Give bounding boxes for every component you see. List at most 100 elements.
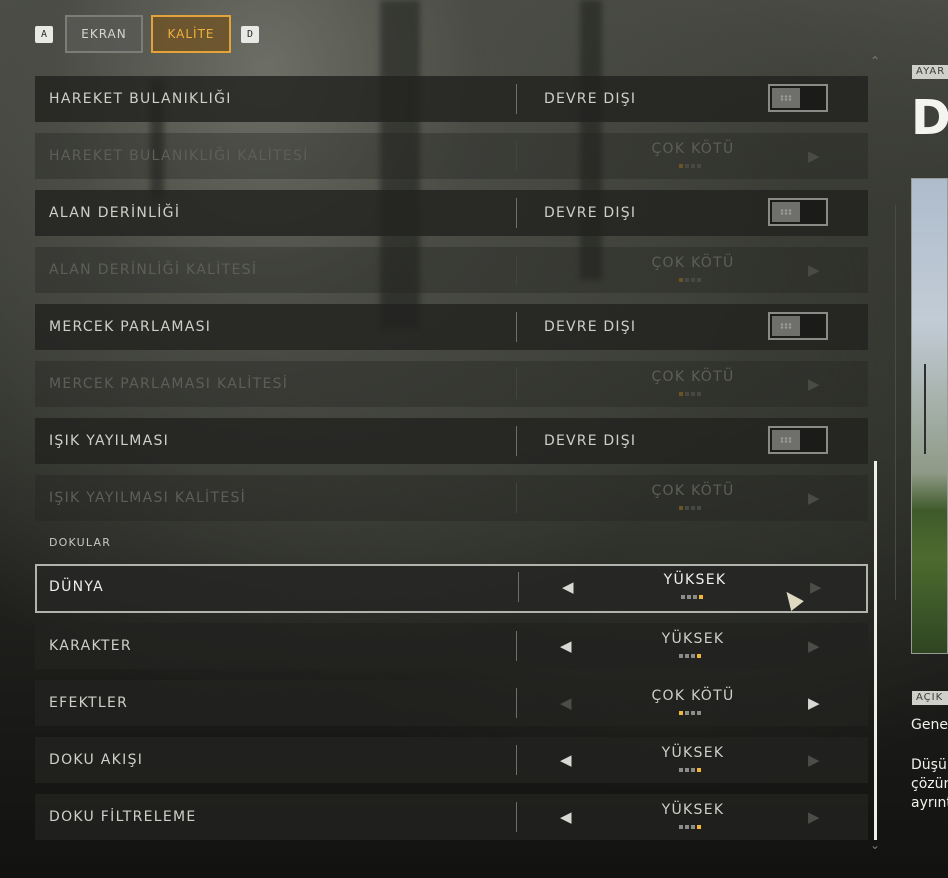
setting-value: DEVRE DIŞI [544,91,637,107]
arrow-left-icon[interactable]: ◀ [560,794,572,840]
setting-value: YÜKSEK [663,572,727,588]
divider [518,572,519,602]
divider [516,745,517,775]
arrow-left-icon[interactable]: ◀ [562,566,574,608]
toggle-knob [772,316,800,336]
level-dot [681,595,685,599]
divider [516,255,517,285]
setting-value: ÇOK KÖTÜ [651,141,735,157]
level-dot [697,164,701,168]
setting-row-bloom[interactable]: IŞIK YAYILMASI DEVRE DIŞI [35,418,868,464]
arrow-left-icon[interactable]: ◀ [560,623,572,669]
level-dot [693,595,697,599]
level-indicator [679,768,701,772]
level-indicator [679,164,701,168]
level-dot [685,506,689,510]
level-dot [697,654,701,658]
grip-icon [780,437,792,443]
level-dot [679,768,683,772]
level-dot [687,595,691,599]
tab-kalite[interactable]: KALİTE [151,15,231,53]
setting-value: DEVRE DIŞI [544,205,637,221]
divider [516,426,517,456]
scrollbar-thumb[interactable] [874,461,877,840]
preview-pole [924,364,926,454]
level-dot [685,711,689,715]
level-indicator [679,392,701,396]
toggle-knob [772,88,800,108]
setting-row-motion-blur[interactable]: HAREKET BULANIKLIĞI DEVRE DIŞI [35,76,868,122]
level-indicator [679,506,701,510]
arrow-right-icon: ▶ [808,147,820,165]
level-dot [685,278,689,282]
level-indicator [679,278,701,282]
scroll-up-chevron-icon[interactable]: ⌃ [870,54,880,68]
level-dot [685,654,689,658]
level-dot [679,392,683,396]
divider [516,198,517,228]
setting-label: ALAN DERİNLİĞİ KALİTESİ [49,262,258,278]
setting-value: DEVRE DIŞI [544,319,637,335]
setting-label: HAREKET BULANIKLIĞI KALİTESİ [49,148,309,164]
setting-row-bloom-quality: IŞIK YAYILMASI KALİTESİ ÇOK KÖTÜ ▶ [35,475,868,521]
arrow-right-icon: ▶ [808,808,820,826]
level-dot [697,392,701,396]
toggle-switch[interactable] [768,84,828,112]
key-hint-right: D [241,26,259,43]
level-indicator [681,595,703,599]
setting-row-world-textures[interactable]: DÜNYA ◀ YÜKSEK ▶ [35,564,868,613]
setting-row-motion-blur-quality: HAREKET BULANIKLIĞI KALİTESİ ÇOK KÖTÜ ▶ [35,133,868,179]
toggle-switch[interactable] [768,426,828,454]
level-dot [699,595,703,599]
arrow-right-icon: ▶ [808,637,820,655]
divider [516,483,517,513]
arrow-left-icon[interactable]: ◀ [560,737,572,783]
level-dot [691,654,695,658]
setting-row-effects-textures[interactable]: EFEKTLER ◀ ÇOK KÖTÜ ▶ [35,680,868,726]
scroll-down-chevron-icon[interactable]: ⌄ [870,838,880,852]
tab-ekran[interactable]: EKRAN [65,15,143,53]
setting-label: MERCEK PARLAMASI KALİTESİ [49,376,289,392]
info-panel-badge-secondary: AÇIK [912,691,948,705]
grip-icon [780,95,792,101]
setting-label: DÜNYA [49,579,105,595]
setting-row-lens-flare[interactable]: MERCEK PARLAMASI DEVRE DIŞI [35,304,868,350]
level-dot [697,506,701,510]
level-dot [691,711,695,715]
setting-row-lens-flare-quality: MERCEK PARLAMASI KALİTESİ ÇOK KÖTÜ ▶ [35,361,868,407]
setting-row-depth-of-field[interactable]: ALAN DERİNLİĞİ DEVRE DIŞI [35,190,868,236]
level-dot [679,711,683,715]
setting-row-depth-of-field-quality: ALAN DERİNLİĞİ KALİTESİ ÇOK KÖTÜ ▶ [35,247,868,293]
setting-row-character-textures[interactable]: KARAKTER ◀ YÜKSEK ▶ [35,623,868,669]
toggle-switch[interactable] [768,312,828,340]
arrow-right-icon: ▶ [808,751,820,769]
setting-value: ÇOK KÖTÜ [651,369,735,385]
divider [516,802,517,832]
key-hint-left: A [35,26,53,43]
arrow-left-icon: ◀ [560,694,572,712]
level-dot [697,278,701,282]
level-dot [691,392,695,396]
setting-label: IŞIK YAYILMASI [49,433,170,449]
setting-value: YÜKSEK [661,745,725,761]
arrow-right-icon[interactable]: ▶ [808,680,820,726]
arrow-right-icon: ▶ [808,375,820,393]
level-dot [685,164,689,168]
grip-icon [780,323,792,329]
level-dot [691,825,695,829]
setting-value: ÇOK KÖTÜ [651,255,735,271]
level-dot [691,278,695,282]
toggle-switch[interactable] [768,198,828,226]
divider [516,84,517,114]
level-dot [679,164,683,168]
setting-row-texture-filtering[interactable]: DOKU FİLTRELEME ◀ YÜKSEK ▶ [35,794,868,840]
level-dot [697,768,701,772]
setting-value: ÇOK KÖTÜ [651,688,735,704]
setting-row-texture-streaming[interactable]: DOKU AKIŞI ◀ YÜKSEK ▶ [35,737,868,783]
divider [516,688,517,718]
setting-label: MERCEK PARLAMASI [49,319,212,335]
divider [516,631,517,661]
setting-value: ÇOK KÖTÜ [651,483,735,499]
setting-label: KARAKTER [49,638,132,654]
level-dot [691,506,695,510]
